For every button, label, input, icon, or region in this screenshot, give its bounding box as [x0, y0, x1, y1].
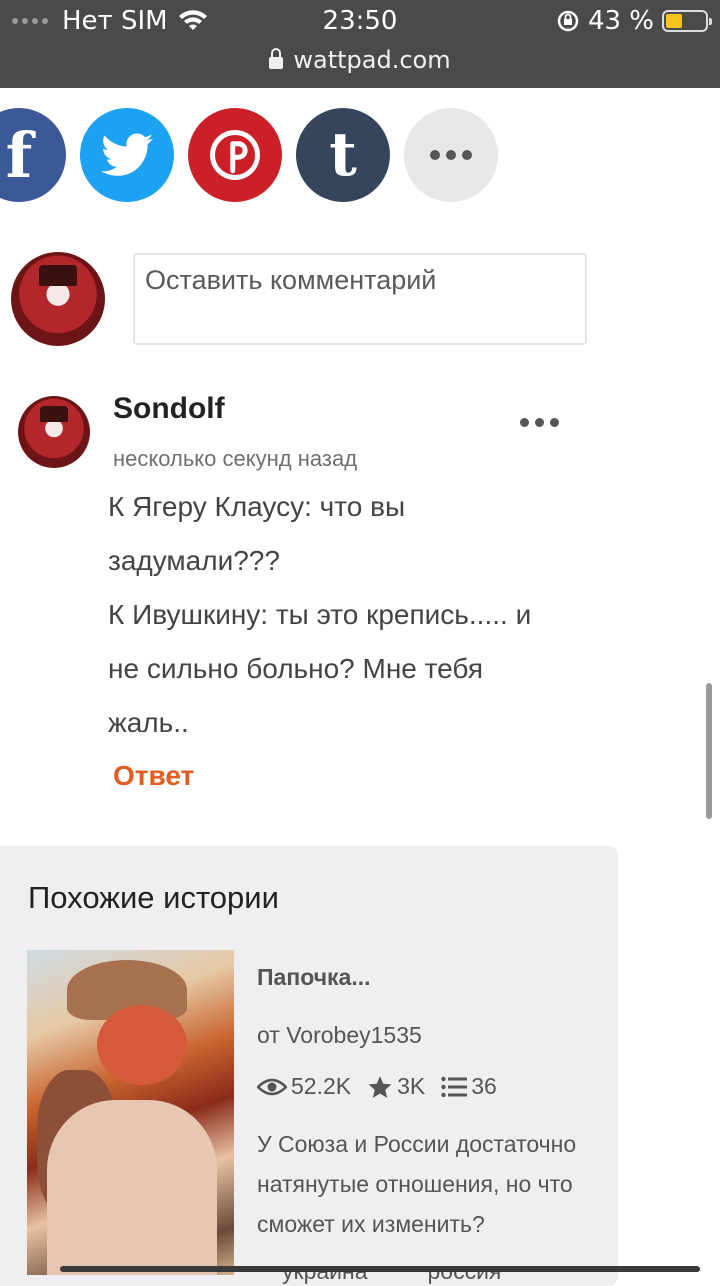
more-share-icon[interactable]: [404, 108, 498, 202]
comment-username[interactable]: Sondolf: [113, 392, 225, 426]
facebook-icon[interactable]: f: [0, 108, 66, 202]
status-bar: Нет SIM 23:50 43 % wattpad.com: [0, 0, 720, 88]
pinterest-icon[interactable]: [188, 108, 282, 202]
commenter-avatar[interactable]: [18, 396, 90, 468]
battery-icon: [662, 10, 712, 32]
eye-icon: [257, 1078, 287, 1095]
orientation-lock-icon: [557, 10, 579, 32]
story-title[interactable]: Папочка...: [257, 964, 371, 991]
comment-line: жаль..: [108, 707, 189, 738]
pinterest-p-icon: [210, 130, 260, 180]
story-description: У Союза и России достаточно натянутые от…: [257, 1131, 577, 1237]
tumblr-glyph: t: [329, 120, 357, 190]
comment-line: не сильно больно? Мне тебя: [108, 653, 483, 684]
comment-line: К Ягеру Клаусу: что вы: [108, 491, 406, 522]
story-cover[interactable]: [27, 950, 234, 1275]
share-bar: f t: [0, 108, 498, 202]
tumblr-icon[interactable]: t: [296, 108, 390, 202]
similar-stories-title: Похожие истории: [28, 880, 279, 915]
parts-count: 36: [471, 1073, 497, 1099]
votes-count: 3K: [397, 1073, 426, 1099]
story-stats: 52.2K 3K 36: [257, 1073, 513, 1100]
scrollbar[interactable]: [706, 683, 712, 819]
comment-options-icon[interactable]: [520, 418, 559, 427]
comment-timestamp: несколько секунд назад: [113, 446, 358, 471]
comment-placeholder: Оставить комментарий: [145, 265, 437, 295]
comment-line: задумали???: [108, 545, 280, 576]
url-text: wattpad.com: [293, 46, 451, 74]
comment-body: К Ягеру Клаусу: что вы задумали??? К Иву…: [108, 480, 628, 750]
comment-input[interactable]: Оставить комментарий: [133, 253, 587, 345]
home-indicator[interactable]: [60, 1266, 700, 1272]
battery-percent: 43 %: [587, 6, 654, 36]
story-author[interactable]: от Vorobey1535: [257, 1022, 422, 1049]
facebook-glyph: f: [5, 118, 33, 192]
star-icon: [368, 1075, 392, 1098]
reply-button[interactable]: Ответ: [113, 760, 194, 792]
address-bar[interactable]: wattpad.com: [0, 46, 720, 74]
current-user-avatar: [11, 252, 105, 346]
twitter-icon[interactable]: [80, 108, 174, 202]
lock-icon: [269, 48, 284, 69]
twitter-bird-icon: [101, 133, 153, 176]
reads-count: 52.2K: [291, 1073, 352, 1099]
comment-line: К Ивушкину: ты это крепись..... и: [108, 599, 532, 630]
list-icon: [441, 1076, 468, 1097]
